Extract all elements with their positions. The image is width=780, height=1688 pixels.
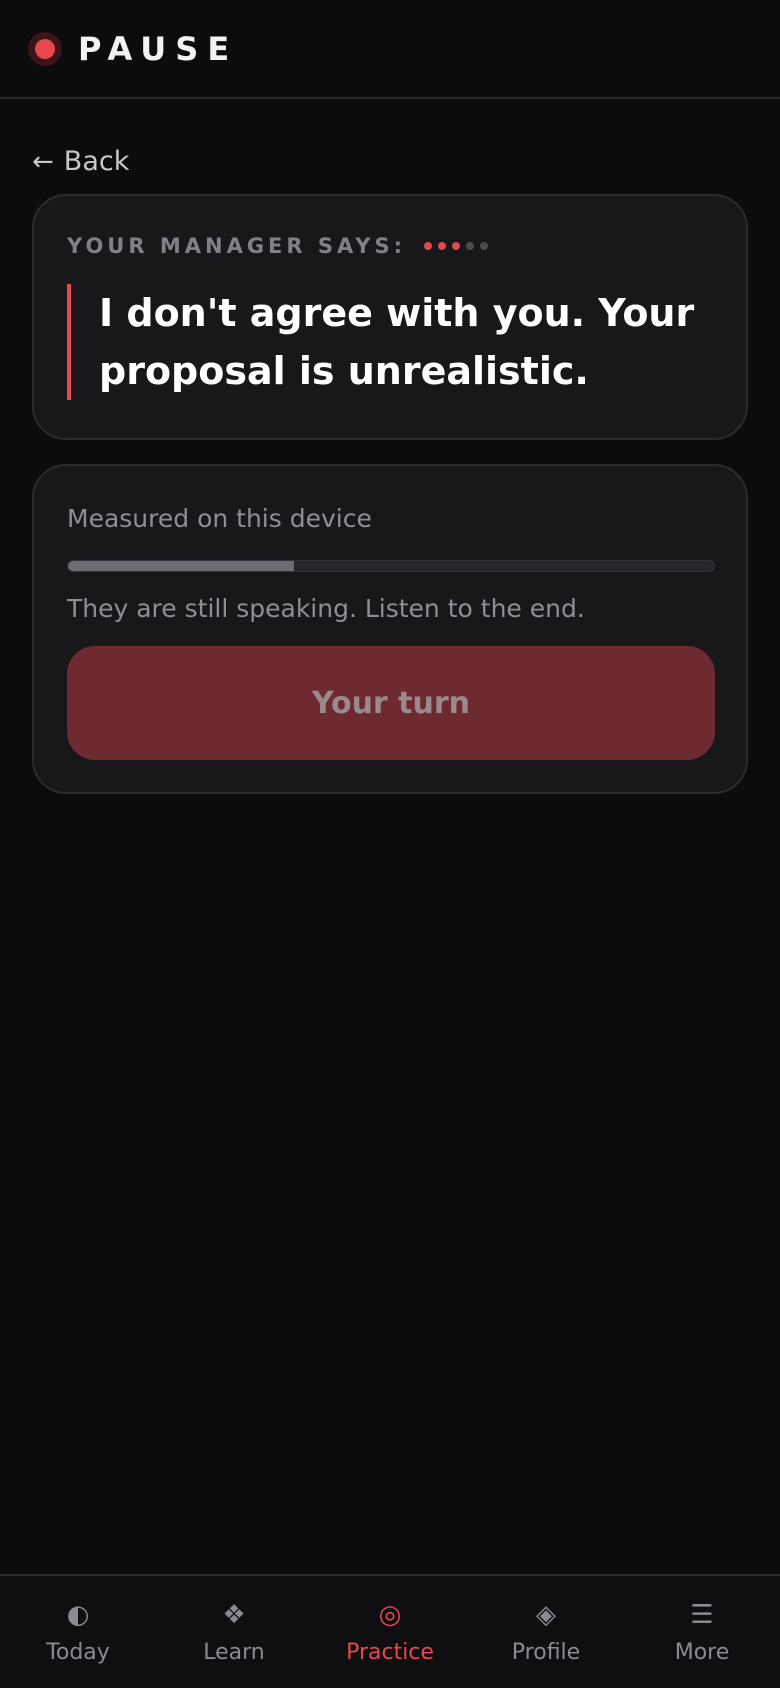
- speech-progress-bar: [67, 560, 715, 572]
- speaking-status: They are still speaking. Listen to the e…: [67, 594, 585, 623]
- step-dot: [437, 242, 446, 250]
- bottom-navigation: ◐ Today ❖ Learn ◎ Practice ◈ Profile ☰ More: [0, 1574, 780, 1688]
- step-dot: [479, 242, 488, 250]
- back-arrow-icon: ←: [32, 146, 54, 177]
- your-turn-button[interactable]: Your turn: [67, 646, 715, 760]
- speaker-label: YOUR MANAGER SAYS:: [67, 234, 406, 258]
- step-dot: [465, 242, 474, 250]
- back-link[interactable]: ← Back: [32, 146, 129, 177]
- step-dot: [423, 242, 432, 250]
- step-dot: [451, 242, 460, 250]
- nav-item-learn[interactable]: ❖ Learn: [156, 1576, 312, 1688]
- diamond-cluster-icon: ❖: [222, 1600, 246, 1630]
- menu-icon: ☰: [690, 1600, 714, 1630]
- logo-dot-icon: [28, 31, 62, 66]
- measurement-label: Measured on this device: [67, 504, 372, 533]
- nav-label: Today: [46, 1640, 110, 1665]
- nav-label: Practice: [346, 1640, 434, 1665]
- back-label: Back: [63, 146, 130, 177]
- nav-item-profile[interactable]: ◈ Profile: [468, 1576, 624, 1688]
- manager-quote-card: YOUR MANAGER SAYS: I don't agree with yo…: [32, 194, 748, 440]
- nav-item-more[interactable]: ☰ More: [624, 1576, 780, 1688]
- app-root: PAUSE ← Back YOUR MANAGER SAYS: I don't …: [0, 0, 780, 1688]
- half-circle-icon: ◐: [66, 1600, 90, 1630]
- step-progress-dots: [423, 242, 494, 250]
- nav-label: Learn: [203, 1640, 265, 1665]
- nav-label: Profile: [511, 1640, 581, 1665]
- nav-label: More: [674, 1640, 730, 1665]
- nav-item-practice[interactable]: ◎ Practice: [312, 1576, 468, 1688]
- speech-progress-fill: [68, 561, 295, 571]
- speaker-row: YOUR MANAGER SAYS:: [67, 234, 494, 258]
- nav-item-today[interactable]: ◐ Today: [0, 1576, 156, 1688]
- manager-quote: I don't agree with you. Your proposal is…: [67, 284, 707, 400]
- app-header: PAUSE: [0, 0, 780, 99]
- brand-title: PAUSE: [78, 29, 239, 68]
- diamond-icon: ◈: [536, 1600, 556, 1630]
- measurement-card: Measured on this device They are still s…: [32, 464, 748, 794]
- target-icon: ◎: [378, 1600, 402, 1630]
